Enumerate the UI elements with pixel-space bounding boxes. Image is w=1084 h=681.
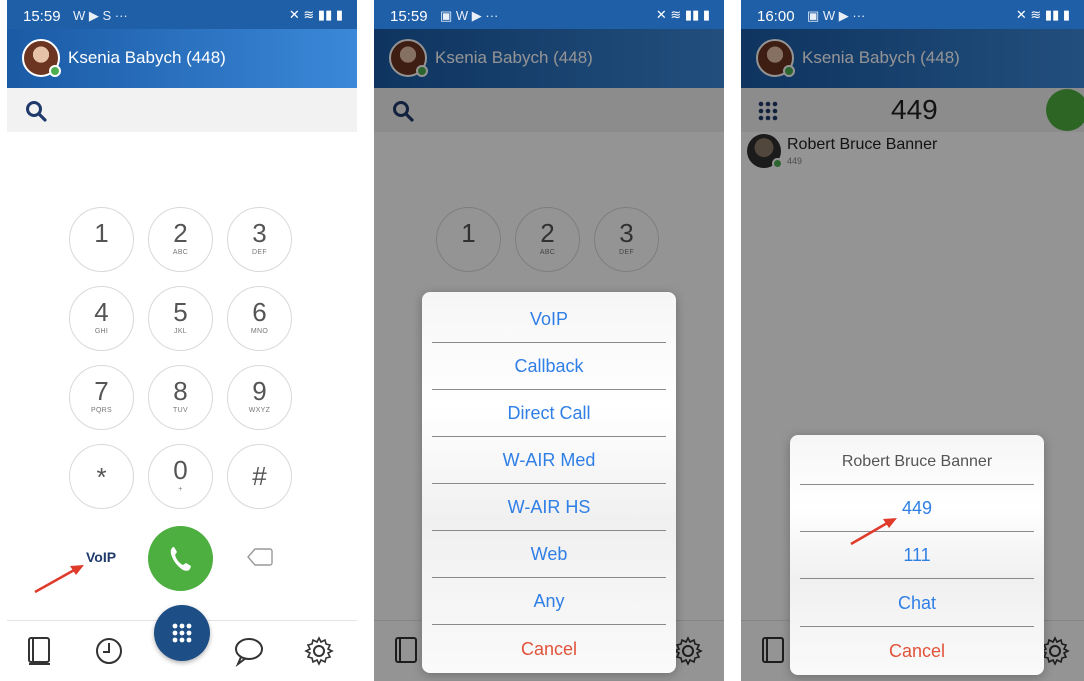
cancel-button[interactable]: Cancel — [432, 626, 666, 673]
online-status-icon — [49, 65, 61, 77]
call-mode-picker-screen: 15:59 ▣ W ▶ ··· ✕ ≋ ▮▮ ▮ Ksenia Babych (… — [374, 0, 724, 681]
signal-battery-icon: ✕ ≋ ▮▮ ▮ — [655, 7, 710, 22]
key-hash[interactable]: # — [227, 444, 292, 509]
dialpad-grid-icon — [172, 623, 192, 643]
key-0[interactable]: 0 + — [148, 444, 213, 509]
status-time: 16:00 — [757, 8, 795, 25]
option-callback[interactable]: Callback — [432, 343, 666, 390]
key-star[interactable]: * — [69, 444, 134, 509]
annotation-arrow-icon — [34, 565, 84, 594]
key-4[interactable]: 4 GHI — [69, 286, 134, 351]
status-time: 15:59 — [390, 8, 428, 25]
option-web[interactable]: Web — [432, 531, 666, 578]
option-number-111[interactable]: 111 — [800, 532, 1034, 579]
key-7[interactable]: 7 PQRS — [69, 365, 134, 430]
status-bar: 15:59 W ▶ S ··· ✕ ≋ ▮▮ ▮ — [7, 0, 357, 29]
chat-bubble-icon[interactable] — [233, 635, 265, 667]
notification-icons: ▣ W ▶ ··· — [440, 8, 499, 23]
call-mode-sheet: VoIP Callback Direct Call W-AIR Med W-AI… — [422, 292, 676, 673]
option-chat[interactable]: Chat — [800, 580, 1034, 627]
option-w-air-hs[interactable]: W-AIR HS — [432, 484, 666, 531]
number-picker-sheet: Robert Bruce Banner 449 111 Chat Cancel — [790, 435, 1044, 675]
option-number-449[interactable]: 449 — [800, 485, 1034, 532]
signal-battery-icon: ✕ ≋ ▮▮ ▮ — [288, 7, 343, 22]
dialer-screen: 15:59 W ▶ S ··· ✕ ≋ ▮▮ ▮ Ksenia Babych (… — [7, 0, 357, 681]
avatar[interactable] — [22, 39, 61, 77]
annotation-arrow-icon — [850, 518, 897, 546]
sheet-header: Robert Bruce Banner — [800, 438, 1034, 485]
notification-icons: ▣ W ▶ ··· — [807, 8, 866, 23]
settings-gear-icon[interactable] — [303, 635, 335, 667]
key-5[interactable]: 5 JKL — [148, 286, 213, 351]
contacts-book-icon[interactable] — [24, 635, 56, 667]
signal-battery-icon: ✕ ≋ ▮▮ ▮ — [1015, 7, 1070, 22]
option-w-air-med[interactable]: W-AIR Med — [432, 437, 666, 484]
status-bar: 16:00 ▣ W ▶ ··· ✕ ≋ ▮▮ ▮ — [741, 0, 1084, 29]
cancel-button[interactable]: Cancel — [800, 628, 1034, 675]
call-button[interactable] — [148, 526, 213, 591]
option-voip[interactable]: VoIP — [432, 296, 666, 343]
search-bar[interactable] — [7, 88, 357, 132]
status-time: 15:59 — [23, 8, 61, 25]
key-1[interactable]: 1 — [69, 207, 134, 272]
search-icon[interactable] — [25, 100, 47, 122]
key-3[interactable]: 3 DEF — [227, 207, 292, 272]
key-9[interactable]: 9 WXYZ — [227, 365, 292, 430]
option-direct-call[interactable]: Direct Call — [432, 390, 666, 437]
option-any[interactable]: Any — [432, 578, 666, 625]
key-6[interactable]: 6 MNO — [227, 286, 292, 351]
phone-icon — [170, 547, 191, 571]
backspace-icon[interactable] — [247, 547, 273, 567]
notification-icons: W ▶ S ··· — [73, 8, 128, 23]
call-mode-selector[interactable]: VoIP — [86, 549, 116, 565]
status-bar: 15:59 ▣ W ▶ ··· ✕ ≋ ▮▮ ▮ — [374, 0, 724, 29]
app-header: Ksenia Babych (448) — [7, 29, 357, 88]
key-8[interactable]: 8 TUV — [148, 365, 213, 430]
dialpad-fab-button[interactable] — [154, 605, 210, 661]
user-title: Ksenia Babych (448) — [68, 48, 226, 67]
number-picker-screen: 16:00 ▣ W ▶ ··· ✕ ≋ ▮▮ ▮ Ksenia Babych (… — [741, 0, 1084, 681]
recents-clock-icon[interactable] — [93, 635, 125, 667]
key-2[interactable]: 2 ABC — [148, 207, 213, 272]
